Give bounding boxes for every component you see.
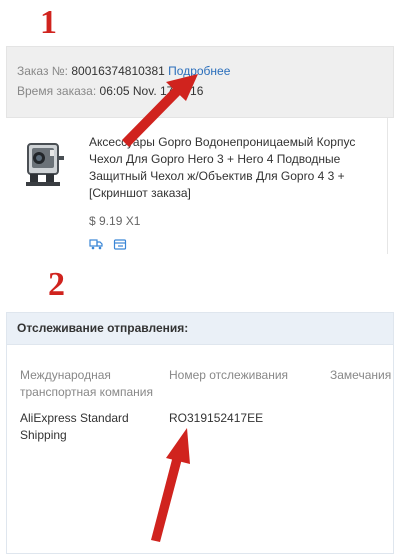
arrow-2-head bbox=[166, 428, 190, 464]
arrow-1-shaft bbox=[122, 85, 183, 147]
annotation-arrows bbox=[122, 74, 198, 542]
arrow-2-shaft bbox=[151, 452, 183, 542]
